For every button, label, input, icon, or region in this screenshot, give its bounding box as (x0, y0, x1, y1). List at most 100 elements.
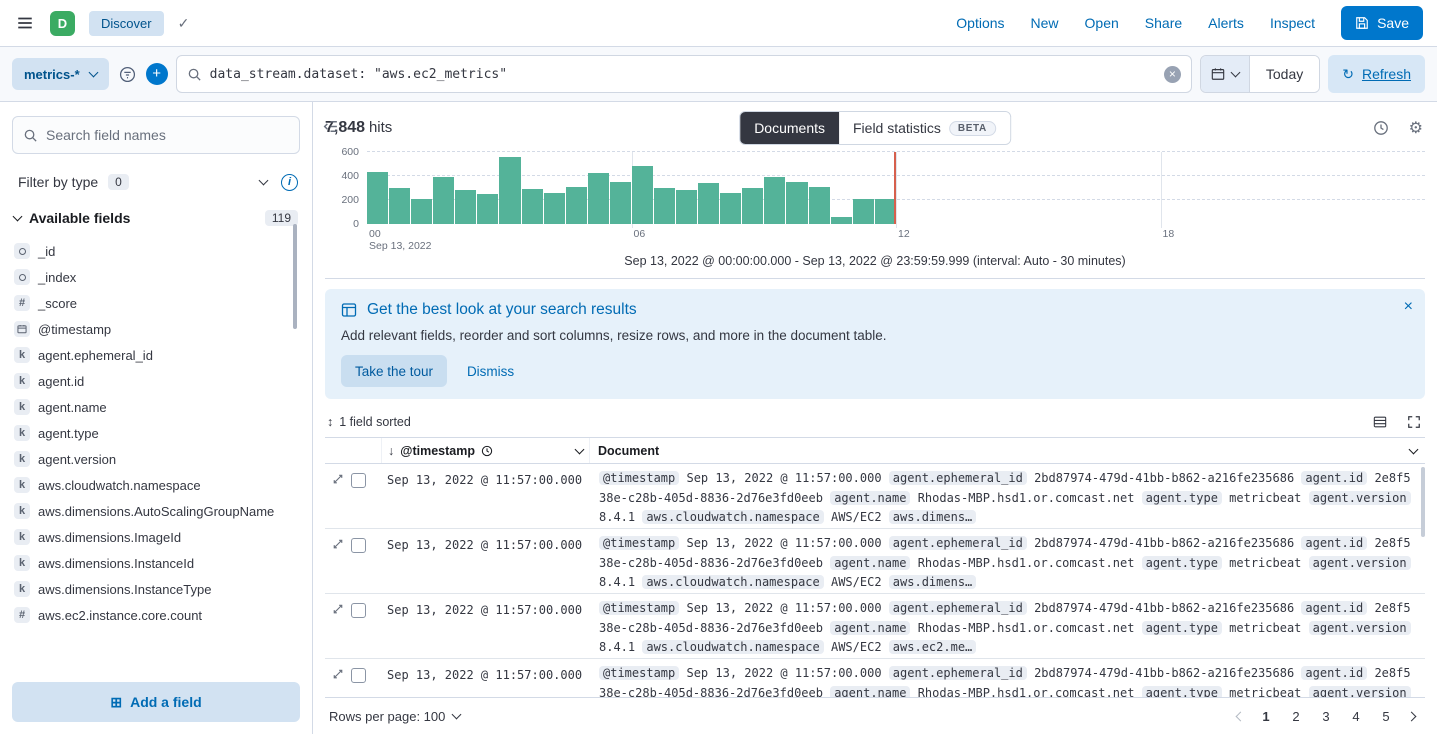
doc-field-badge: agent.name (830, 491, 910, 505)
field-list-item[interactable]: kaws.dimensions.InstanceId (12, 550, 300, 576)
expand-document-button[interactable] (332, 538, 344, 550)
document-column-header[interactable]: Document (589, 438, 1425, 463)
rows-per-page-button[interactable]: Rows per page: 100 (329, 709, 460, 724)
refresh-button[interactable]: ↻ Refresh (1328, 55, 1425, 93)
expand-document-button[interactable] (332, 603, 344, 615)
field-list-item[interactable]: kagent.id (12, 368, 300, 394)
page-button-1[interactable]: 1 (1254, 704, 1278, 728)
date-picker-group: Today (1200, 55, 1320, 93)
nav-link-open[interactable]: Open (1085, 15, 1119, 31)
breadcrumb-discover[interactable]: Discover (89, 11, 164, 36)
add-filter-button[interactable]: + (146, 63, 168, 85)
saved-queries-button[interactable] (117, 64, 138, 85)
doc-field-badge: aws.dimens… (889, 510, 976, 524)
data-view-selector[interactable]: metrics-* (12, 58, 109, 90)
main-menu-button[interactable] (14, 12, 36, 34)
info-icon[interactable]: i (281, 174, 298, 191)
select-document-checkbox[interactable] (351, 538, 366, 553)
field-list-item[interactable]: _id (12, 238, 300, 264)
field-list-item[interactable]: kagent.version (12, 446, 300, 472)
nav-link-inspect[interactable]: Inspect (1270, 15, 1315, 31)
filter-count-badge: 0 (108, 174, 129, 190)
keyword-field-icon: k (14, 399, 30, 415)
space-avatar[interactable]: D (50, 11, 75, 36)
save-button[interactable]: Save (1341, 6, 1423, 40)
page-button-3[interactable]: 3 (1314, 704, 1338, 728)
field-name: aws.cloudwatch.namespace (38, 478, 201, 493)
histogram-bar (522, 189, 543, 224)
dismiss-button[interactable]: Dismiss (467, 364, 514, 379)
chart-history-button[interactable] (1371, 118, 1391, 138)
page-button-5[interactable]: 5 (1374, 704, 1398, 728)
histogram-bar (610, 182, 631, 224)
field-list-item[interactable]: @timestamp (12, 316, 300, 342)
available-fields-header[interactable]: Available fields 119 (12, 210, 300, 226)
fields-sidebar: Filter by type 0 i Available fields 119 … (0, 102, 313, 734)
nav-link-share[interactable]: Share (1145, 15, 1182, 31)
tab-documents[interactable]: Documents (740, 112, 839, 144)
nav-link-new[interactable]: New (1031, 15, 1059, 31)
doc-field-badge: agent.ephemeral_id (889, 601, 1027, 615)
field-list-item[interactable]: kagent.name (12, 394, 300, 420)
display-options-button[interactable] (1371, 413, 1389, 431)
chevron-down-icon (13, 212, 23, 222)
field-list-item[interactable]: #aws.ec2.instance.core.count (12, 602, 300, 628)
histogram-bar (853, 199, 874, 224)
field-list-item[interactable]: _index (12, 264, 300, 290)
nav-link-alerts[interactable]: Alerts (1208, 15, 1244, 31)
field-list-item[interactable]: kagent.ephemeral_id (12, 342, 300, 368)
sorted-fields-button[interactable]: ↕ 1 field sorted (327, 415, 411, 429)
select-document-checkbox[interactable] (351, 473, 366, 488)
field-name: @timestamp (38, 322, 111, 337)
column-menu-icon[interactable] (1409, 444, 1419, 454)
collapse-sidebar-icon (322, 118, 339, 135)
timestamp-column-header[interactable]: ↓ @timestamp (381, 438, 589, 463)
column-menu-icon[interactable] (575, 444, 585, 454)
time-range-today-button[interactable]: Today (1250, 56, 1319, 92)
doc-field-value: 2bd87974-479d-41bb-b862-a216fe235686 (1034, 601, 1294, 615)
clear-query-button[interactable]: × (1164, 66, 1181, 83)
field-list-item[interactable]: kaws.dimensions.AutoScalingGroupName (12, 498, 300, 524)
date-picker-button[interactable] (1201, 56, 1250, 92)
sidebar-scrollbar[interactable] (293, 224, 297, 329)
expand-document-button[interactable] (332, 668, 344, 680)
current-time-marker (894, 152, 896, 224)
tab-field-statistics[interactable]: Field statistics BETA (839, 112, 1010, 144)
chart-options-button[interactable]: ⚙ (1407, 116, 1425, 140)
field-list-item[interactable]: kaws.dimensions.InstanceType (12, 576, 300, 602)
add-field-button[interactable]: ⊞ Add a field (12, 682, 300, 722)
page-button-2[interactable]: 2 (1284, 704, 1308, 728)
document-cell: @timestamp Sep 13, 2022 @ 11:57:00.000 a… (589, 594, 1425, 658)
tour-callout: Get the best look at your search results… (325, 289, 1425, 399)
doc-field-value: 2bd87974-479d-41bb-b862-a216fe235686 (1034, 536, 1294, 550)
select-document-checkbox[interactable] (351, 603, 366, 618)
collapse-sidebar-button[interactable] (320, 116, 341, 137)
select-document-checkbox[interactable] (351, 668, 366, 683)
nav-link-options[interactable]: Options (956, 15, 1004, 31)
doc-field-value: metricbeat (1229, 556, 1301, 570)
field-list-item[interactable]: kaws.cloudwatch.namespace (12, 472, 300, 498)
histogram-plot[interactable]: 00061218Sep 13, 2022 (367, 152, 1425, 224)
field-search-input[interactable] (46, 127, 289, 143)
field-list-item[interactable]: kaws.dimensions.ImageId (12, 524, 300, 550)
tab-field-statistics-label: Field statistics (853, 120, 941, 136)
doc-field-badge: aws.dimens… (889, 575, 976, 589)
expand-document-button[interactable] (332, 473, 344, 485)
grid-scrollbar[interactable] (1421, 467, 1425, 537)
close-callout-button[interactable]: × (1404, 299, 1413, 315)
take-the-tour-button[interactable]: Take the tour (341, 355, 447, 387)
doc-field-value: Rhodas-MBP.hsd1.or.comcast.net (918, 491, 1135, 505)
doc-field-badge: agent.id (1301, 601, 1367, 615)
gear-icon: ⚙ (1409, 118, 1423, 138)
refresh-icon: ↻ (1342, 66, 1354, 83)
next-page-button[interactable] (1404, 709, 1421, 724)
doc-field-badge: @timestamp (599, 601, 679, 615)
previous-page-button[interactable] (1231, 709, 1248, 724)
query-input[interactable] (210, 67, 1156, 82)
fullscreen-button[interactable] (1405, 413, 1423, 431)
filter-by-type-select[interactable]: Filter by type 0 (14, 168, 271, 196)
doc-field-value: 8.4.1 (599, 510, 635, 524)
field-list-item[interactable]: kagent.type (12, 420, 300, 446)
page-button-4[interactable]: 4 (1344, 704, 1368, 728)
field-list-item[interactable]: #_score (12, 290, 300, 316)
